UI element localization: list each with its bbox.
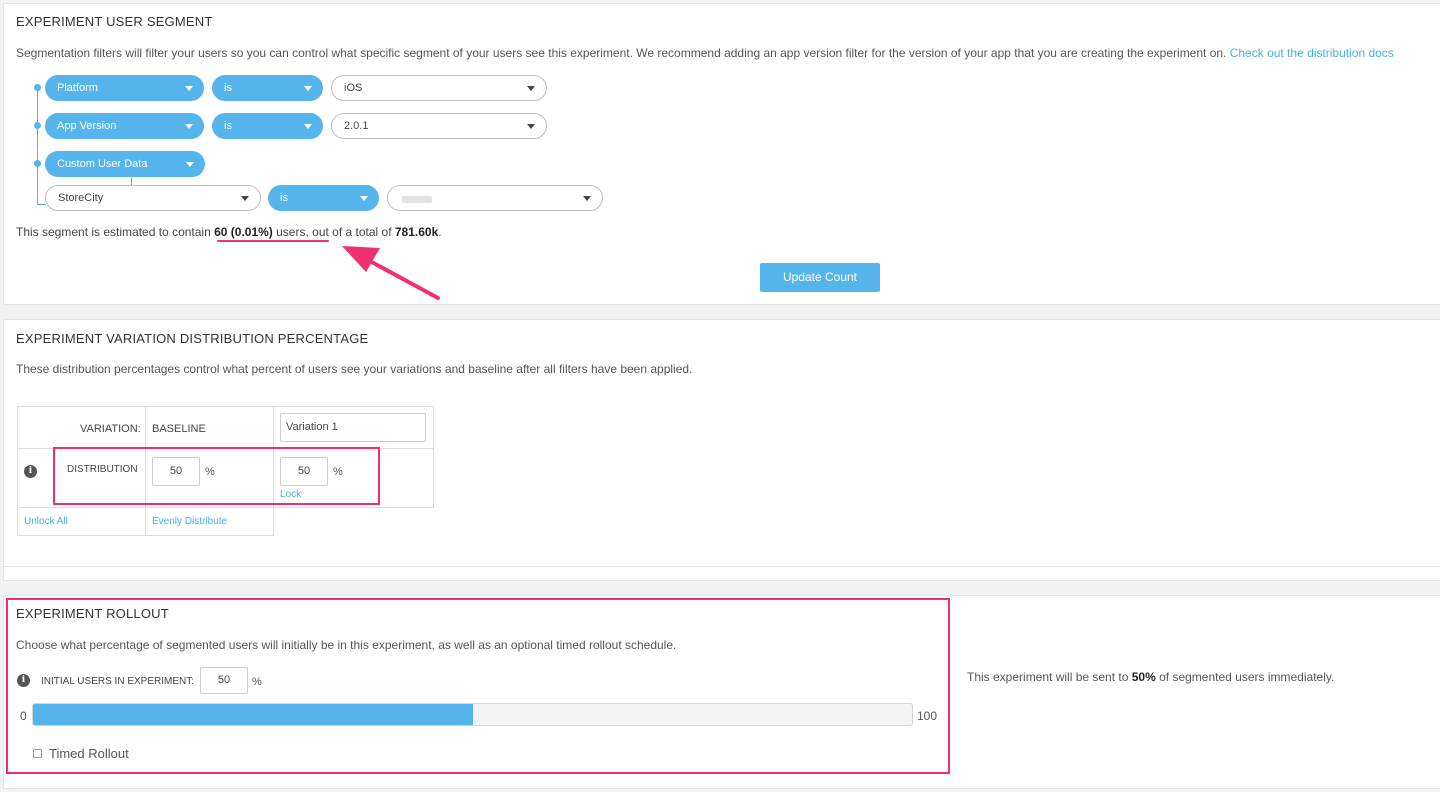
chevron-down-icon <box>241 196 249 201</box>
filter-value-label: 2.0.1 <box>344 120 369 132</box>
filter-field-label: Platform <box>57 82 98 94</box>
chevron-down-icon <box>304 124 312 129</box>
chevron-down-icon <box>304 86 312 91</box>
filter-field-label: App Version <box>57 120 117 132</box>
unlock-all-link[interactable]: Unlock All <box>24 516 68 527</box>
distribution-description: These distribution percentages control w… <box>16 362 693 376</box>
estimate-count: 60 (0.01%) <box>214 225 273 239</box>
rollout-annotation-box <box>6 598 950 774</box>
chevron-down-icon <box>527 124 535 129</box>
custom-key-label: StoreCity <box>58 192 104 204</box>
segment-description: Segmentation filters will filter your us… <box>16 46 1394 60</box>
distribution-docs-link[interactable]: Check out the distribution docs <box>1230 46 1394 60</box>
panel-bottom-divider <box>4 566 1440 567</box>
segment-description-text: Segmentation filters will filter your us… <box>16 46 1230 60</box>
filter-tree-node <box>34 160 41 167</box>
chevron-down-icon <box>583 196 591 201</box>
rollout-summary-value: 50% <box>1131 670 1156 684</box>
chevron-down-icon <box>185 86 193 91</box>
estimate-underline-annotation <box>217 240 329 242</box>
chevron-down-icon <box>360 196 368 201</box>
filter-field-select[interactable]: Custom User Data <box>45 151 205 177</box>
filter-field-select[interactable]: Platform <box>45 75 204 101</box>
estimate-suffix: . <box>438 225 442 239</box>
baseline-label: BASELINE <box>152 423 206 435</box>
redacted-value <box>402 196 432 203</box>
chevron-down-icon <box>527 86 535 91</box>
variation-label: VARIATION: <box>80 423 141 435</box>
info-icon[interactable]: i <box>24 465 37 478</box>
segment-estimate: This segment is estimated to contain 60 … <box>16 225 442 239</box>
filter-operator-label: is <box>224 82 232 94</box>
filter-tree-line <box>37 204 46 205</box>
evenly-distribute-link[interactable]: Evenly Distribute <box>152 516 227 527</box>
distribution-title: EXPERIMENT VARIATION DISTRIBUTION PERCEN… <box>16 331 369 346</box>
estimate-prefix: This segment is estimated to contain <box>16 225 215 239</box>
filter-value-select[interactable] <box>387 185 603 211</box>
rollout-summary-prefix: This experiment will be sent to <box>967 670 1132 684</box>
estimate-total: 781.60k <box>394 225 439 239</box>
filter-value-select[interactable]: iOS <box>331 75 547 101</box>
chevron-down-icon <box>185 124 193 129</box>
distribution-annotation-box <box>53 447 380 505</box>
rollout-summary-suffix: of segmented users immediately. <box>1155 670 1335 684</box>
filter-operator-select[interactable]: is <box>212 75 323 101</box>
filter-value-label: iOS <box>344 82 363 94</box>
rollout-summary: This experiment will be sent to 50% of s… <box>967 670 1334 684</box>
segment-title: EXPERIMENT USER SEGMENT <box>16 14 213 29</box>
filter-tree-node <box>34 122 41 129</box>
filter-operator-label: is <box>224 120 232 132</box>
filter-operator-label: is <box>280 192 288 204</box>
filter-value-select[interactable]: 2.0.1 <box>331 113 547 139</box>
filter-field-label: Custom User Data <box>57 158 148 170</box>
filter-tree-line <box>37 88 38 205</box>
custom-key-select[interactable]: StoreCity <box>45 185 261 211</box>
filter-operator-select[interactable]: is <box>268 185 379 211</box>
estimate-mid: users, out of a total of <box>272 225 395 239</box>
chevron-down-icon <box>186 162 194 167</box>
filter-tree-node <box>34 84 41 91</box>
filter-operator-select[interactable]: is <box>212 113 323 139</box>
update-count-button[interactable]: Update Count <box>760 263 880 292</box>
filter-field-select[interactable]: App Version <box>45 113 204 139</box>
user-segment-panel: EXPERIMENT USER SEGMENT Segmentation fil… <box>3 3 1440 305</box>
variation-name-input[interactable]: Variation 1 <box>280 413 426 442</box>
